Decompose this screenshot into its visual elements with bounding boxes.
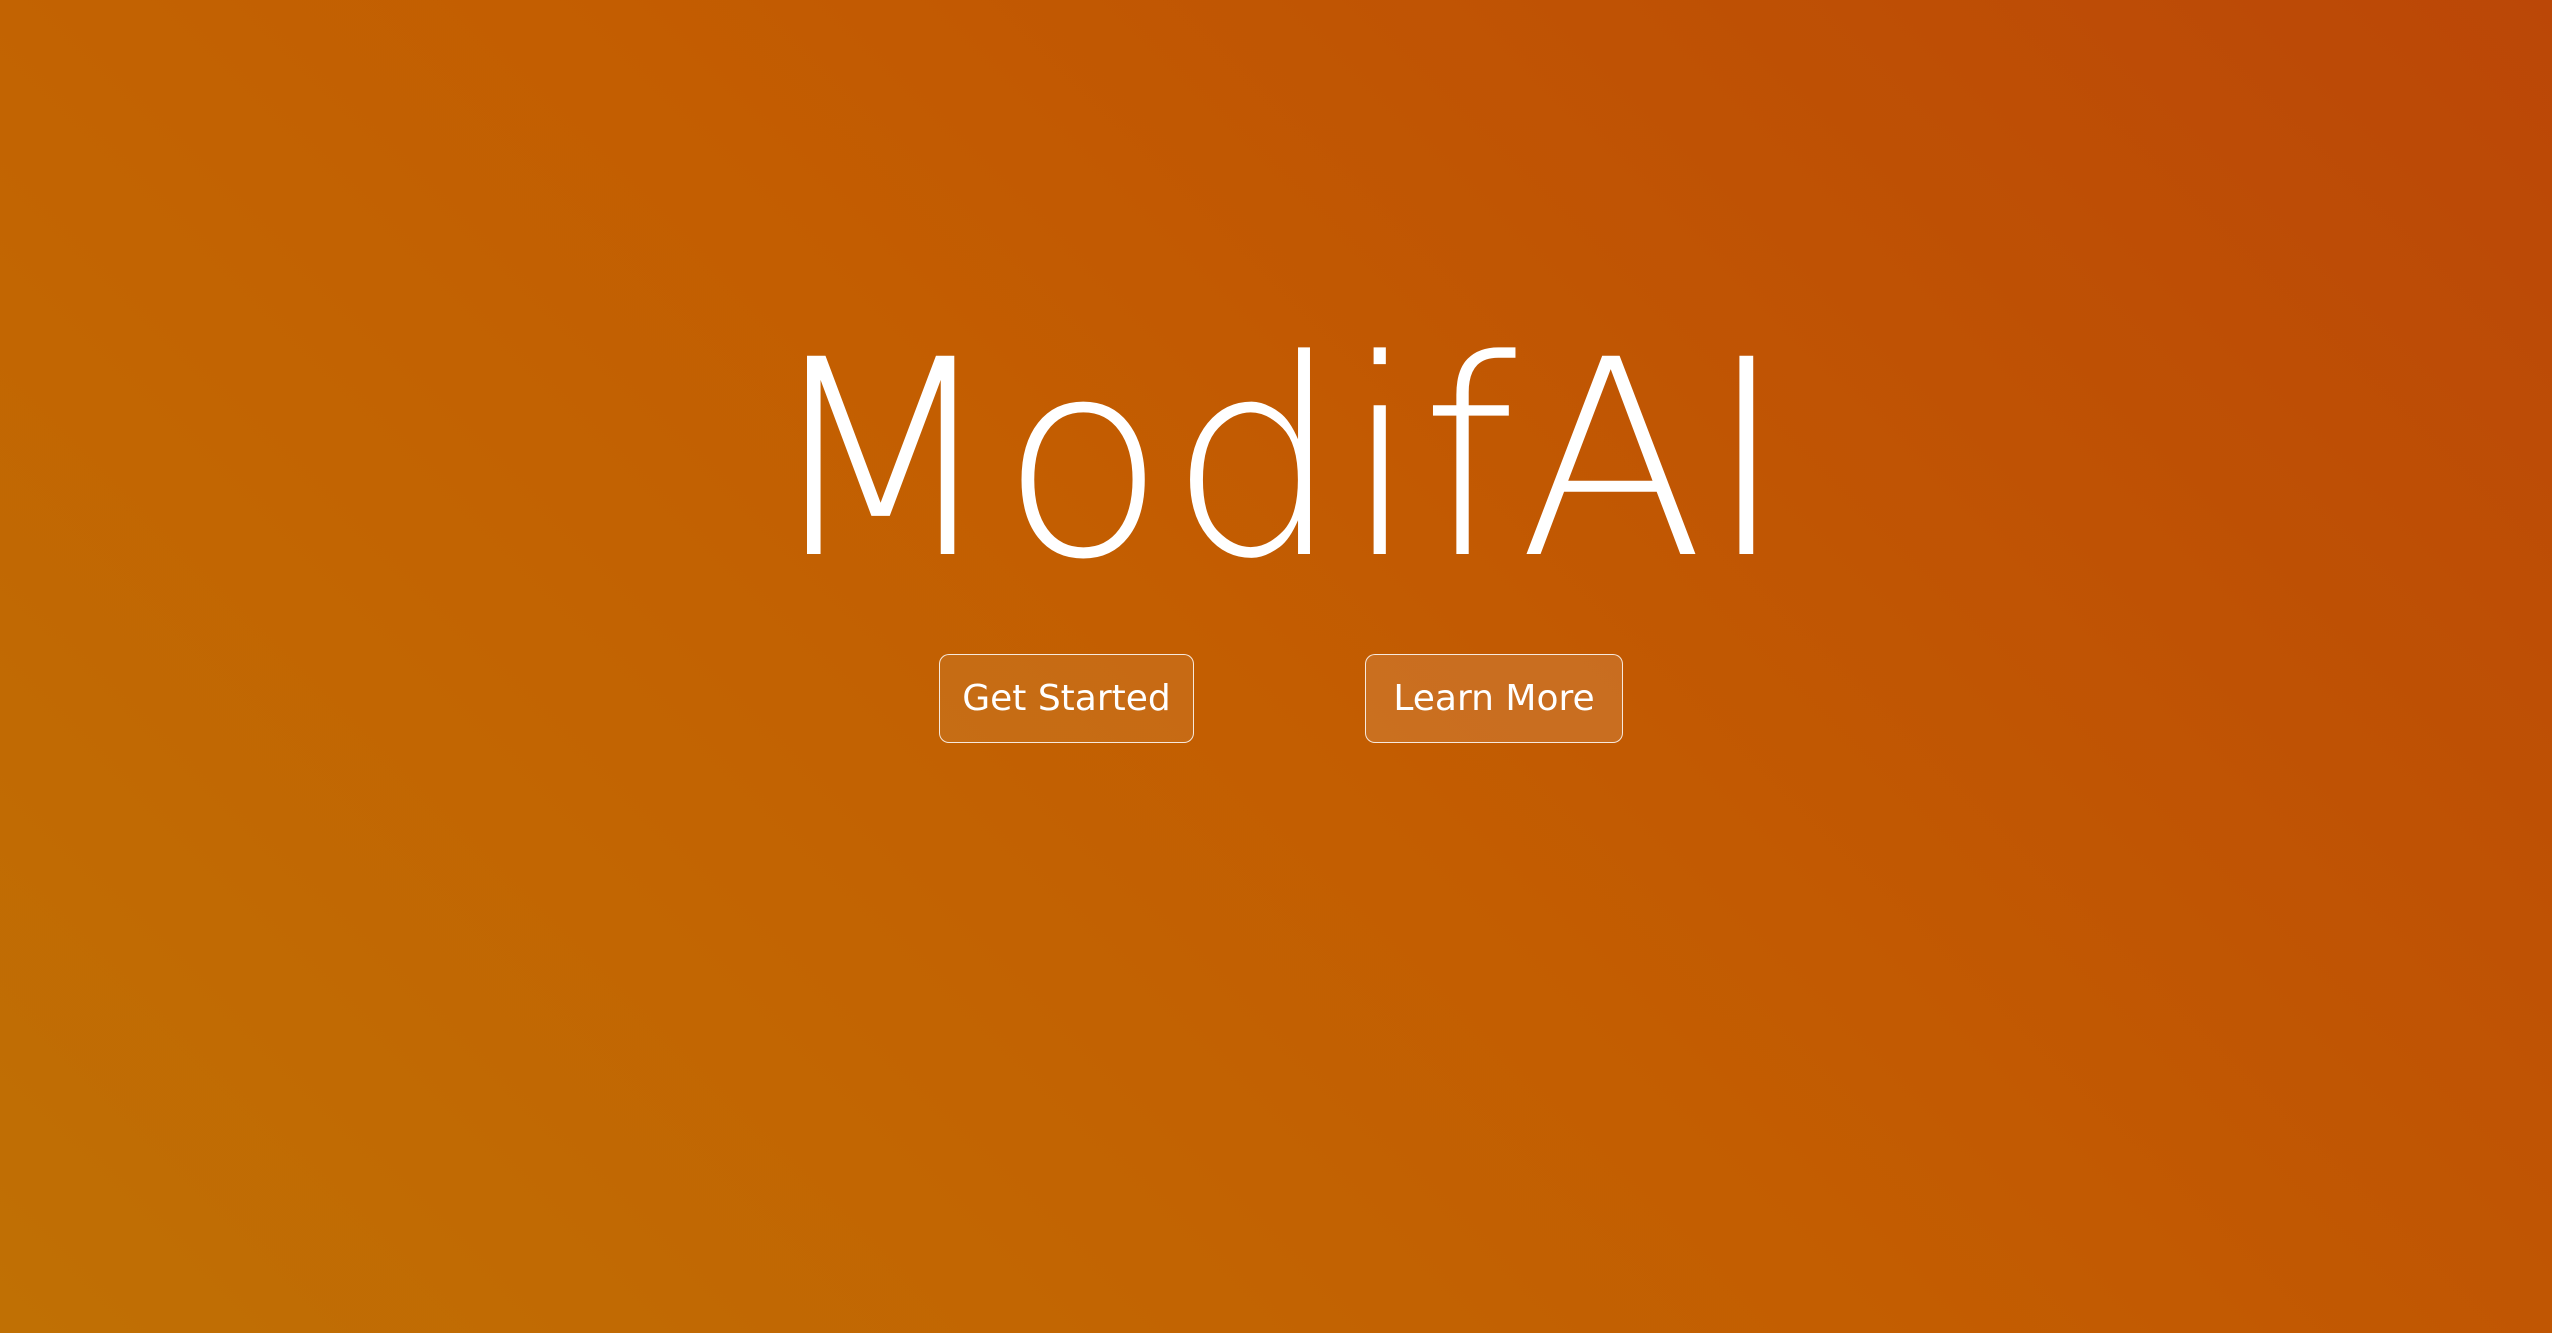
learn-more-label: Learn More [1393, 678, 1595, 719]
get-started-label: Get Started [962, 678, 1171, 719]
hero-section: ModifAI Get Started Learn More [0, 0, 2552, 1333]
get-started-button[interactable]: Get Started [939, 654, 1194, 743]
learn-more-button[interactable]: Learn More [1365, 654, 1623, 743]
app-title: ModifAI [763, 303, 1789, 619]
